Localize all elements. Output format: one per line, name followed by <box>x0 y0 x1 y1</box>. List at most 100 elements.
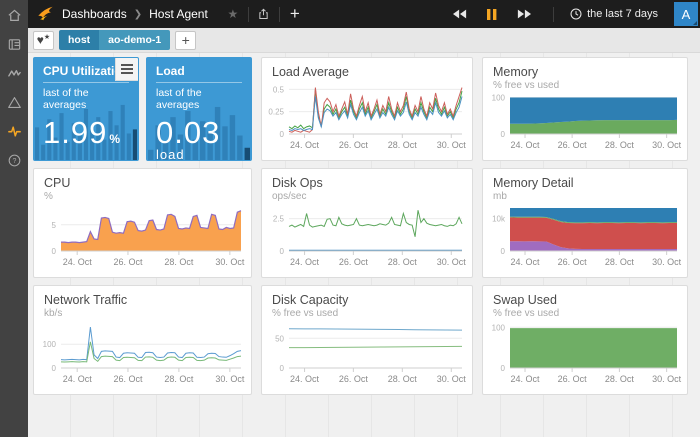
panel-subtitle: mb <box>493 191 677 202</box>
panel-title: Memory <box>493 65 677 79</box>
playback-controls <box>449 9 535 20</box>
svg-text:26. Oct: 26. Oct <box>558 257 588 267</box>
svg-text:30. Oct: 30. Oct <box>215 374 245 384</box>
chart-canvas: 010024. Oct26. Oct28. Oct30. Oct <box>483 91 685 152</box>
top-bar: Dashboards ❯ Host Agent ★ + <box>28 0 700 28</box>
divider <box>553 7 554 22</box>
chevron-right-icon: ❯ <box>134 9 142 20</box>
svg-text:28. Oct: 28. Oct <box>605 374 635 384</box>
chart-canvas: 010k24. Oct26. Oct28. Oct30. Oct <box>483 202 685 269</box>
svg-text:28. Oct: 28. Oct <box>164 374 194 384</box>
home-icon[interactable] <box>6 7 22 23</box>
svg-text:24. Oct: 24. Oct <box>290 140 320 150</box>
svg-text:100: 100 <box>492 323 506 332</box>
panel-title: Memory Detail <box>493 176 677 190</box>
panel-memory[interactable]: Memory% free vs used 010024. Oct26. Oct2… <box>482 57 688 161</box>
svg-text:24. Oct: 24. Oct <box>290 257 320 267</box>
chart-canvas: 010024. Oct26. Oct28. Oct30. Oct <box>34 319 249 386</box>
svg-text:24. Oct: 24. Oct <box>63 257 93 267</box>
svg-text:24. Oct: 24. Oct <box>511 140 541 150</box>
svg-text:0: 0 <box>280 247 285 256</box>
tile-unit: load <box>156 148 242 161</box>
tile-value: 1.99% <box>43 116 129 150</box>
svg-text:24. Oct: 24. Oct <box>290 374 320 384</box>
svg-text:0: 0 <box>501 130 506 139</box>
avatar-dropdown-corner <box>693 21 697 25</box>
svg-text:30. Oct: 30. Oct <box>437 374 467 384</box>
panel-disk-capacity[interactable]: Disk Capacity% free vs used 05024. Oct26… <box>261 285 473 395</box>
rewind-icon[interactable] <box>449 9 471 19</box>
svg-text:28. Oct: 28. Oct <box>605 140 635 150</box>
user-avatar[interactable]: A <box>674 2 698 26</box>
svg-text:0: 0 <box>280 130 285 139</box>
pause-icon[interactable] <box>481 9 503 20</box>
tile-unit: % <box>109 132 121 146</box>
svg-text:0.25: 0.25 <box>268 108 284 117</box>
tag-chips: host ao-demo-1 <box>59 30 170 50</box>
panel-disk-ops[interactable]: Disk Opsops/sec 02.524. Oct26. Oct28. Oc… <box>261 168 473 278</box>
svg-text:30. Oct: 30. Oct <box>652 140 682 150</box>
metrics-icon[interactable] <box>6 65 22 81</box>
dashboard-area: CPU Utilization last of the averages 1.9… <box>28 53 700 437</box>
alerts-icon[interactable] <box>6 94 22 110</box>
svg-text:28. Oct: 28. Oct <box>164 257 194 267</box>
app-window: ? Dashboards ❯ Host Agent ★ + <box>0 0 700 437</box>
svg-text:30. Oct: 30. Oct <box>215 257 245 267</box>
panel-subtitle: kb/s <box>44 308 241 319</box>
share-icon[interactable] <box>253 7 275 21</box>
tag-ao-demo-1[interactable]: ao-demo-1 <box>99 30 170 50</box>
panel-load-average[interactable]: Load Average 00.250.524. Oct26. Oct28. O… <box>261 57 473 161</box>
svg-text:28. Oct: 28. Oct <box>605 257 635 267</box>
tag-host[interactable]: host <box>59 30 99 50</box>
fast-forward-icon[interactable] <box>513 9 535 19</box>
svg-text:5: 5 <box>52 221 57 230</box>
svg-text:0: 0 <box>52 364 57 373</box>
tile-load[interactable]: Load last of the averages 0.03load <box>146 57 252 161</box>
svg-text:0: 0 <box>501 364 506 373</box>
time-range-control[interactable]: the last 7 days <box>570 8 658 20</box>
svg-text:28. Oct: 28. Oct <box>388 257 418 267</box>
svg-text:30. Oct: 30. Oct <box>437 257 467 267</box>
favorite-tags-button[interactable]: ♥★ <box>33 31 54 50</box>
panel-title: Load Average <box>272 65 462 79</box>
tile-cpu-utilization[interactable]: CPU Utilization last of the averages 1.9… <box>33 57 139 161</box>
chart-canvas: 05024. Oct26. Oct28. Oct30. Oct <box>262 319 470 386</box>
svg-text:24. Oct: 24. Oct <box>63 374 93 384</box>
svg-text:26. Oct: 26. Oct <box>339 140 369 150</box>
svg-text:2.5: 2.5 <box>273 215 285 224</box>
breadcrumb-current: Host Agent <box>149 7 208 21</box>
panel-swap-used[interactable]: Swap Used% free vs used 010024. Oct26. O… <box>482 285 688 395</box>
panel-subtitle: % free vs used <box>493 308 677 319</box>
svg-text:26. Oct: 26. Oct <box>558 140 588 150</box>
svg-text:30. Oct: 30. Oct <box>652 257 682 267</box>
panel-title: Disk Ops <box>272 176 462 190</box>
panel-subtitle: % free vs used <box>272 308 462 319</box>
divider <box>279 7 280 22</box>
panel-title: Disk Capacity <box>272 293 462 307</box>
panel-title: Network Traffic <box>44 293 241 307</box>
panel-network-traffic[interactable]: Network Traffickb/s 010024. Oct26. Oct28… <box>33 285 252 395</box>
svg-text:30. Oct: 30. Oct <box>437 140 467 150</box>
panel-subtitle: % free vs used <box>493 80 677 91</box>
chart-canvas: 0524. Oct26. Oct28. Oct30. Oct <box>34 202 249 269</box>
tile-menu-button[interactable] <box>115 58 138 81</box>
help-icon[interactable]: ? <box>6 152 22 168</box>
avatar-letter: A <box>682 7 691 22</box>
appoptics-pulse-icon[interactable] <box>6 123 22 139</box>
dashboards-icon[interactable] <box>6 36 22 52</box>
panel-title: Swap Used <box>493 293 677 307</box>
add-dashboard-button[interactable]: + <box>284 4 306 24</box>
panel-cpu[interactable]: CPU% 0524. Oct26. Oct28. Oct30. Oct <box>33 168 252 278</box>
favorite-star-icon[interactable]: ★ <box>222 7 244 21</box>
clock-icon <box>570 8 582 20</box>
solarwinds-logo-icon[interactable] <box>28 5 62 23</box>
svg-text:26. Oct: 26. Oct <box>339 257 369 267</box>
svg-text:?: ? <box>12 158 16 165</box>
svg-text:30. Oct: 30. Oct <box>652 374 682 384</box>
breadcrumb-dashboards[interactable]: Dashboards <box>62 7 127 21</box>
panel-memory-detail[interactable]: Memory Detailmb 010k24. Oct26. Oct28. Oc… <box>482 168 688 278</box>
add-tag-button[interactable]: + <box>175 31 196 50</box>
svg-text:24. Oct: 24. Oct <box>511 257 541 267</box>
chart-canvas: 00.250.524. Oct26. Oct28. Oct30. Oct <box>262 79 470 152</box>
breadcrumb: Dashboards ❯ Host Agent <box>62 7 208 21</box>
